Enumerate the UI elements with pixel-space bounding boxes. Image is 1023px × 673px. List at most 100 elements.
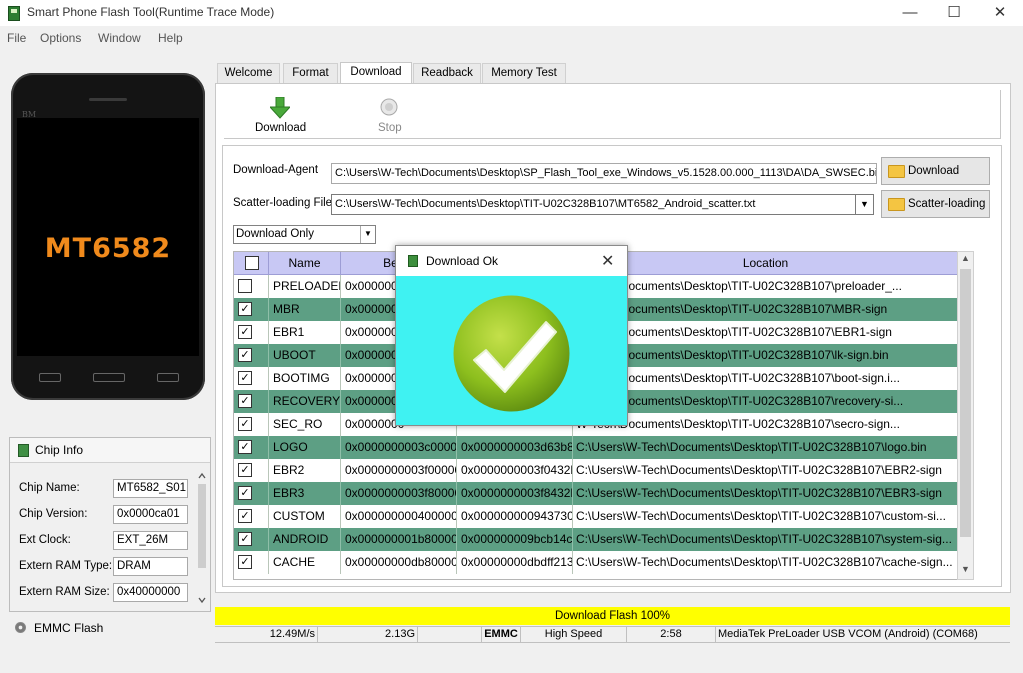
row-checkbox[interactable]: ✓ (238, 325, 252, 339)
tab-download[interactable]: Download (340, 62, 412, 84)
row-checkbox[interactable] (238, 279, 252, 293)
column-header-location[interactable]: Location (573, 252, 958, 275)
stop-button[interactable]: Stop (378, 122, 402, 134)
row-checkbox-cell: ✓ (234, 344, 269, 367)
chip-info-panel: Chip Info Chip Name: MT6582_S01 Chip Ver… (9, 437, 211, 612)
select-all-checkbox[interactable] (245, 256, 259, 270)
dialog-title-bar[interactable]: Download Ok ✕ (396, 246, 627, 276)
status-speed: 12.49M/s (215, 627, 318, 642)
status-bar: 12.49M/s 2.13G EMMC High Speed 2:58 Medi… (215, 626, 1010, 643)
table-row[interactable]: ✓ EBR2 0x0000000003f00000 0x0000000003f0432… (234, 459, 958, 482)
status-time: 2:58 (627, 627, 716, 642)
dialog-close-button[interactable]: ✕ (601, 251, 614, 271)
download-arrow-icon[interactable] (270, 97, 290, 121)
row-checkbox[interactable]: ✓ (238, 302, 252, 316)
cell-end: 0x00000000dbdff213 (457, 551, 573, 574)
table-row[interactable]: ✓ ANDROID 0x000000001b800000 0x000000009bcb… (234, 528, 958, 551)
close-button[interactable]: ✕ (977, 0, 1023, 26)
scatter-dropdown-icon[interactable]: ▼ (855, 194, 874, 215)
stop-icon[interactable] (380, 98, 398, 116)
download-mode-select[interactable]: Download Only ▼ (233, 225, 376, 244)
phone-image: BM MT6582 (11, 73, 205, 400)
tab-readback[interactable]: Readback (413, 63, 481, 83)
cell-name: EBR2 (269, 459, 341, 482)
row-checkbox[interactable]: ✓ (238, 532, 252, 546)
cell-begin: 0x0000000003c00000 (341, 436, 457, 459)
status-size: 2.13G (318, 627, 418, 642)
scatter-loading-button[interactable]: Scatter-loading (881, 190, 990, 218)
menu-file[interactable]: File (7, 31, 26, 45)
chip-model-label: MT6582 (44, 233, 172, 264)
menu-options[interactable]: Options (40, 31, 81, 45)
chip-info-scrollbar[interactable] (196, 470, 208, 608)
chip-info-header[interactable]: Chip Info (10, 438, 210, 463)
menu-window[interactable]: Window (98, 31, 141, 45)
menu-key-icon (39, 373, 61, 382)
cell-name: RECOVERY (269, 390, 341, 413)
column-header-name[interactable]: Name (269, 252, 341, 275)
toolbar (224, 90, 1001, 139)
row-checkbox[interactable]: ✓ (238, 555, 252, 569)
status-port: MediaTek PreLoader USB VCOM (Android) (C… (718, 628, 978, 640)
folder-icon (888, 165, 905, 178)
row-checkbox-cell: ✓ (234, 436, 269, 459)
chip-version-label: Chip Version: (19, 508, 88, 520)
row-checkbox[interactable]: ✓ (238, 440, 252, 454)
app-icon (408, 255, 418, 267)
download-agent-path[interactable]: C:\Users\W-Tech\Documents\Desktop\SP_Fla… (331, 163, 877, 184)
table-row[interactable]: ✓ CACHE 0x00000000db800000 0x00000000dbdff2… (234, 551, 958, 574)
menu-help[interactable]: Help (158, 31, 183, 45)
row-checkbox[interactable]: ✓ (238, 394, 252, 408)
download-ok-dialog: Download Ok ✕ (395, 245, 628, 426)
gear-icon (15, 622, 26, 633)
row-checkbox-cell: ✓ (234, 459, 269, 482)
scroll-up-icon[interactable]: ▲ (958, 253, 973, 263)
row-checkbox-cell: ✓ (234, 390, 269, 413)
checkmark-icon (453, 295, 570, 412)
row-checkbox[interactable]: ✓ (238, 509, 252, 523)
tab-format[interactable]: Format (283, 63, 338, 83)
row-checkbox-cell: ✓ (234, 298, 269, 321)
table-scrollbar[interactable]: ▲ ▼ (957, 251, 974, 580)
scroll-down-icon[interactable]: ▼ (958, 564, 973, 574)
row-checkbox[interactable]: ✓ (238, 371, 252, 385)
cell-name: CACHE (269, 551, 341, 574)
home-key-icon (93, 373, 125, 382)
row-checkbox-cell: ✓ (234, 551, 269, 574)
maximize-button[interactable]: ☐ (931, 0, 977, 26)
scrollbar-thumb[interactable] (960, 269, 971, 537)
minimize-button[interactable]: — (887, 0, 933, 26)
chip-name-value: MT6582_S01 (113, 479, 188, 498)
cell-name: UBOOT (269, 344, 341, 367)
download-mode-value: Download Only (236, 228, 314, 240)
scatter-path-select[interactable]: C:\Users\W-Tech\Documents\Desktop\TIT-U0… (331, 194, 861, 215)
row-checkbox[interactable]: ✓ (238, 417, 252, 431)
cell-name: LOGO (269, 436, 341, 459)
download-button[interactable]: Download (255, 122, 306, 134)
cell-begin: 0x0000000003f80000 (341, 482, 457, 505)
row-checkbox[interactable]: ✓ (238, 486, 252, 500)
ram-type-label: Extern RAM Type: (19, 560, 113, 572)
emmc-flash-panel[interactable]: EMMC Flash (9, 617, 209, 641)
chip-icon (18, 444, 29, 457)
download-agent-button[interactable]: Download Agent (881, 157, 990, 203)
cell-location: C:\Users\W-Tech\Documents\Desktop\TIT-U0… (576, 555, 953, 569)
row-checkbox[interactable]: ✓ (238, 348, 252, 362)
cell-name: EBR3 (269, 482, 341, 505)
folder-icon (888, 198, 905, 211)
cell-location: C:\Users\W-Tech\Documents\Desktop\TIT-U0… (576, 486, 942, 500)
row-checkbox-cell: ✓ (234, 367, 269, 390)
tab-welcome[interactable]: Welcome (217, 63, 280, 83)
table-row[interactable]: ✓ CUSTOM 0x0000000004000000 0x0000000009437… (234, 505, 958, 528)
table-row[interactable]: ✓ LOGO 0x0000000003c00000 0x0000000003d63b8… (234, 436, 958, 459)
cell-location: C:\Users\W-Tech\Documents\Desktop\TIT-U0… (576, 532, 952, 546)
cell-begin: 0x00000000db800000 (341, 551, 457, 574)
chip-version-value: 0x0000ca01 (113, 505, 188, 524)
tab-memory-test[interactable]: Memory Test (482, 63, 566, 83)
menu-bar: File Options Window Help (0, 26, 1023, 50)
table-row[interactable]: ✓ EBR3 0x0000000003f80000 0x0000000003f8432… (234, 482, 958, 505)
status-storage: EMMC (482, 627, 521, 642)
cell-end: 0x000000009bcb14c7 (457, 528, 573, 551)
cell-begin: 0x0000000003f00000 (341, 459, 457, 482)
row-checkbox[interactable]: ✓ (238, 463, 252, 477)
